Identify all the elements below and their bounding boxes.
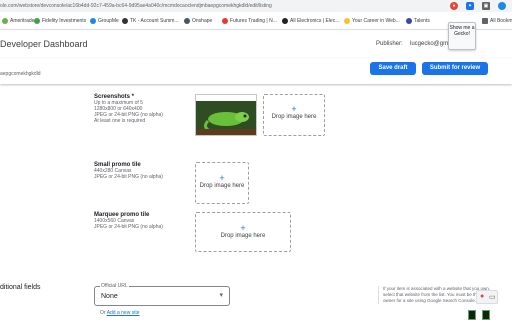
or-text: Or [100, 310, 106, 316]
bookmark-talents[interactable]: Talents [406, 16, 430, 26]
listing-action-bar: aepgcomekhgkdld Save draft Submit for re… [0, 58, 512, 84]
add-site-row: Or Add a new site [100, 310, 140, 316]
bookmark-all-bookmarks[interactable]: All Bookm [482, 16, 512, 26]
window-icon[interactable]: ▭ [489, 293, 496, 301]
profile-avatar[interactable] [498, 2, 506, 10]
extension-tooltip: Show me a Gecko! [448, 22, 476, 50]
extension-red-icon[interactable]: ● [450, 2, 458, 10]
additional-fields-title: ditional fields [0, 284, 41, 291]
screenshots-section: Screenshots * Up to a maximum of 5 1280x… [94, 94, 194, 124]
bookmark-ameritrade[interactable]: Ameritrade [2, 16, 34, 26]
official-url-value: None [101, 293, 118, 300]
official-url-select[interactable]: Official URL None ▾ [94, 283, 230, 306]
bookmark-onshape[interactable]: Onshape [184, 16, 212, 26]
gecko-image [196, 95, 256, 135]
bookmark-icon [2, 18, 8, 24]
bookmark-tk-account[interactable]: TK - Account Summ... [122, 16, 179, 26]
bookmark-icon [122, 18, 128, 24]
overlay-toolbar: ● ▭ [476, 290, 498, 304]
bookmark-icon [222, 18, 228, 24]
bookmarks-bar: Ameritrade Fidelity Investments GroupMe … [0, 12, 512, 30]
plus-icon: + [240, 223, 246, 233]
bookmark-groupme[interactable]: GroupMe [90, 16, 119, 26]
folder-icon [482, 18, 488, 24]
extension-id: aepgcomekhgkdld [0, 71, 41, 77]
marquee-promo-desc-2: JPEG or 24-bit PNG (no alpha) [94, 224, 163, 230]
drop-label: Drop image here [271, 114, 317, 120]
bookmark-all-electronics[interactable]: All Electronics | Elec... [282, 16, 339, 26]
plus-icon: + [219, 173, 225, 183]
screenshot-drop-zone[interactable]: + Drop image here [263, 94, 325, 136]
publisher-label: Publisher: [376, 41, 403, 47]
bookmark-icon [406, 18, 412, 24]
drop-label: Drop image here [199, 183, 245, 189]
small-promo-drop-zone[interactable]: + Drop image here [195, 162, 249, 204]
bookmark-icon [90, 18, 96, 24]
screenshots-desc-4: At least one is required [94, 118, 146, 124]
red-record-icon[interactable]: ● [480, 293, 484, 300]
bookmark-career[interactable]: Your Career in Web... [344, 16, 400, 26]
gecko-extension-icon[interactable]: ✦ [466, 2, 474, 10]
drop-label: Drop image here [220, 233, 266, 239]
caret-down-icon: ▾ [219, 292, 223, 299]
page-title: Developer Dashboard [0, 39, 88, 49]
bookmark-icon [34, 18, 40, 24]
green-app-icon-1[interactable] [468, 310, 476, 320]
url-text[interactable]: ole.com/webstore/devconsole/ac16b4dd-92c… [0, 0, 272, 12]
bookmark-fidelity[interactable]: Fidelity Investments [34, 16, 86, 26]
save-draft-button[interactable]: Save draft [370, 62, 416, 75]
small-promo-desc-2: JPEG or 24-bit PNG (no alpha) [94, 174, 163, 180]
marquee-promo-section: Marquee promo tile 1400x560 Canvas JPEG … [94, 212, 194, 230]
add-site-link[interactable]: Add a new site [107, 310, 140, 316]
bookmark-icon [282, 18, 288, 24]
bookmark-icon [344, 18, 350, 24]
official-url-label: Official URL [100, 283, 129, 289]
plus-icon: + [291, 104, 297, 114]
small-promo-section: Small promo tile 440x280 Canvas JPEG or … [94, 162, 194, 180]
submit-for-review-button[interactable]: Submit for review [422, 62, 488, 75]
dashboard-header: Developer Dashboard Publisher: lucgecko@… [0, 30, 512, 58]
marquee-promo-drop-zone[interactable]: + Drop image here [195, 212, 291, 252]
extensions-puzzle-icon[interactable]: ▣ [482, 2, 490, 10]
bookmark-icon [184, 18, 190, 24]
address-bar[interactable]: ole.com/webstore/devconsole/ac16b4dd-92c… [0, 0, 512, 12]
screenshot-thumbnail[interactable] [195, 94, 257, 136]
green-app-icon-2[interactable] [482, 310, 490, 320]
bookmark-futures[interactable]: Futures Trading | N... [222, 16, 277, 26]
